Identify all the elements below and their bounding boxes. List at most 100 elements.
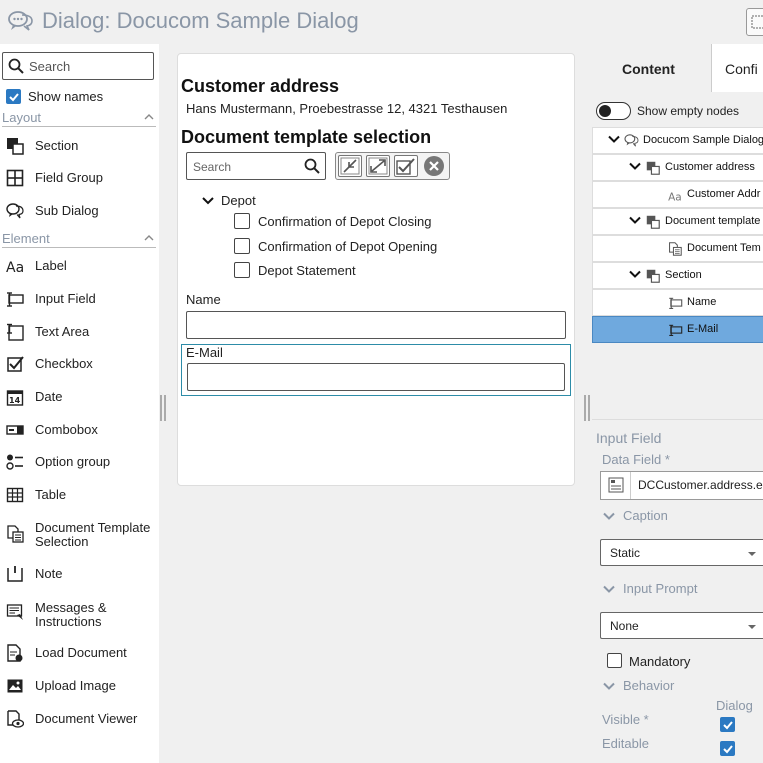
tree-node-label: Document template [665, 215, 761, 227]
email-input[interactable] [187, 363, 565, 391]
dropdown-arrow-icon [748, 625, 756, 629]
email-field-selected-frame[interactable]: E-Mail [181, 344, 571, 396]
template-search[interactable] [186, 152, 326, 180]
chevron-down-icon[interactable] [602, 512, 616, 521]
chevron-down-icon[interactable] [629, 162, 641, 171]
element-group-header[interactable]: Element [2, 231, 156, 248]
panel-layout-icon [751, 15, 763, 29]
palette-item-upload-image[interactable]: Upload Image [0, 672, 159, 700]
palette-item-table[interactable]: Table [0, 481, 159, 509]
input-prompt-section-label[interactable]: Input Prompt [623, 581, 697, 596]
palette-item-section[interactable]: Section [0, 132, 159, 160]
palette-item-label-text: Input Field [35, 291, 96, 306]
palette-item-label[interactable]: Aa Label [0, 252, 159, 280]
depot-folder-label[interactable]: Depot [221, 193, 256, 208]
show-names-checkbox[interactable] [6, 89, 21, 104]
clear-selection-button[interactable] [423, 155, 445, 177]
show-empty-nodes-label: Show empty nodes [637, 104, 740, 118]
palette-item-label-text: Date [35, 389, 63, 404]
tree-node-email[interactable]: E-Mail [592, 316, 763, 343]
palette-search[interactable] [2, 52, 154, 80]
chevron-down-icon[interactable] [629, 270, 641, 279]
depot-opening-checkbox[interactable] [234, 238, 250, 254]
show-empty-nodes-toggle[interactable] [596, 102, 631, 120]
chevron-down-icon[interactable] [201, 196, 215, 206]
chevron-down-icon[interactable] [608, 135, 620, 144]
note-icon [7, 566, 23, 582]
data-field-icon [608, 477, 624, 493]
tab-config[interactable]: Confi [711, 44, 763, 92]
tree-node-customer-address[interactable]: Customer address [592, 154, 763, 181]
palette-item-document-viewer[interactable]: Document Viewer [0, 705, 159, 733]
palette-item-messages-instructions[interactable]: Messages & Instructions [0, 599, 159, 633]
caption-select[interactable]: Static [600, 539, 763, 566]
visible-checkbox[interactable] [720, 717, 735, 732]
template-search-input[interactable] [193, 158, 299, 176]
palette-item-label-text: Note [35, 566, 63, 581]
tree-node-dialog[interactable]: Docucom Sample Dialog [592, 127, 763, 154]
tree-node-section[interactable]: Section [592, 262, 763, 289]
document-template-icon [669, 242, 682, 256]
depot-closing-checkbox[interactable] [234, 213, 250, 229]
palette-item-checkbox[interactable]: Checkbox [0, 350, 159, 378]
data-field-picker-button[interactable] [601, 472, 631, 499]
layout-group-header[interactable]: Layout [2, 110, 156, 127]
template-selection-heading[interactable]: Document template selection [181, 127, 431, 148]
palette-item-load-document[interactable]: Load Document [0, 639, 159, 667]
select-all-button[interactable] [394, 155, 418, 177]
palette-item-document-template-selection[interactable]: Document Template Selection [0, 520, 159, 554]
collapse-all-button[interactable] [338, 155, 362, 177]
caption-section-label[interactable]: Caption [623, 508, 668, 523]
tree-node-label: Name [687, 296, 717, 308]
right-splitter[interactable] [584, 395, 590, 421]
data-field-input[interactable]: DCCustomer.address.e [600, 471, 763, 500]
sub-dialog-icon [8, 11, 33, 31]
svg-text:Aa: Aa [668, 191, 682, 202]
template-toolbar [335, 152, 450, 180]
name-input[interactable] [186, 311, 566, 339]
palette-item-label-text: Messages & Instructions [35, 600, 107, 629]
chevron-down-icon[interactable] [602, 682, 616, 691]
palette-item-text-area[interactable]: Text Area [0, 318, 159, 346]
input-field-icon [669, 297, 683, 309]
depot-statement-label: Depot Statement [258, 263, 356, 278]
chevron-down-icon[interactable] [629, 216, 641, 225]
palette-item-note[interactable]: Note [0, 560, 159, 588]
chevron-down-icon[interactable] [602, 585, 616, 594]
palette-item-input-field[interactable]: Input Field [0, 285, 159, 313]
load-document-icon [7, 644, 23, 662]
tree-node-document-template[interactable]: Document template [592, 208, 763, 235]
palette-item-sub-dialog[interactable]: Sub Dialog [0, 197, 159, 225]
layout-toggle-button[interactable] [746, 8, 763, 36]
expand-all-button[interactable] [366, 155, 390, 177]
layout-group-label: Layout [2, 110, 42, 125]
palette-item-option-group[interactable]: Option group [0, 448, 159, 476]
tree-node-customer-addr-label[interactable]: Aa Customer Addr [592, 181, 763, 208]
tree-node-document-tem[interactable]: Document Tem [592, 235, 763, 262]
behavior-section-label[interactable]: Behavior [623, 678, 674, 693]
mandatory-checkbox[interactable] [607, 653, 622, 668]
palette-item-combobox[interactable]: Combobox [0, 416, 159, 444]
palette-item-date[interactable]: 14 Date [0, 383, 159, 411]
tree-node-name[interactable]: Name [592, 289, 763, 316]
editable-label: Editable [602, 736, 649, 751]
palette-search-input[interactable] [29, 57, 149, 75]
left-splitter[interactable] [160, 395, 166, 421]
dropdown-arrow-icon [748, 552, 756, 556]
page-title: Dialog: Docucom Sample Dialog [42, 8, 359, 33]
document-template-icon [7, 525, 24, 543]
palette-item-label: Field Group [35, 170, 103, 185]
label-icon: Aa [668, 191, 682, 202]
input-prompt-select[interactable]: None [600, 612, 763, 639]
tree-empty-area [592, 343, 763, 420]
collapse-icon [340, 157, 360, 175]
depot-statement-checkbox[interactable] [234, 262, 250, 278]
tab-content[interactable]: Content [592, 44, 711, 92]
section-icon [646, 215, 660, 229]
customer-address-text[interactable]: Hans Mustermann, Proebestrasse 12, 4321 … [186, 101, 507, 116]
check-icon [9, 93, 19, 102]
editable-checkbox[interactable] [720, 741, 735, 756]
palette-item-label: Sub Dialog [35, 203, 99, 218]
palette-item-field-group[interactable]: Field Group [0, 164, 159, 192]
customer-address-heading[interactable]: Customer address [181, 76, 339, 97]
